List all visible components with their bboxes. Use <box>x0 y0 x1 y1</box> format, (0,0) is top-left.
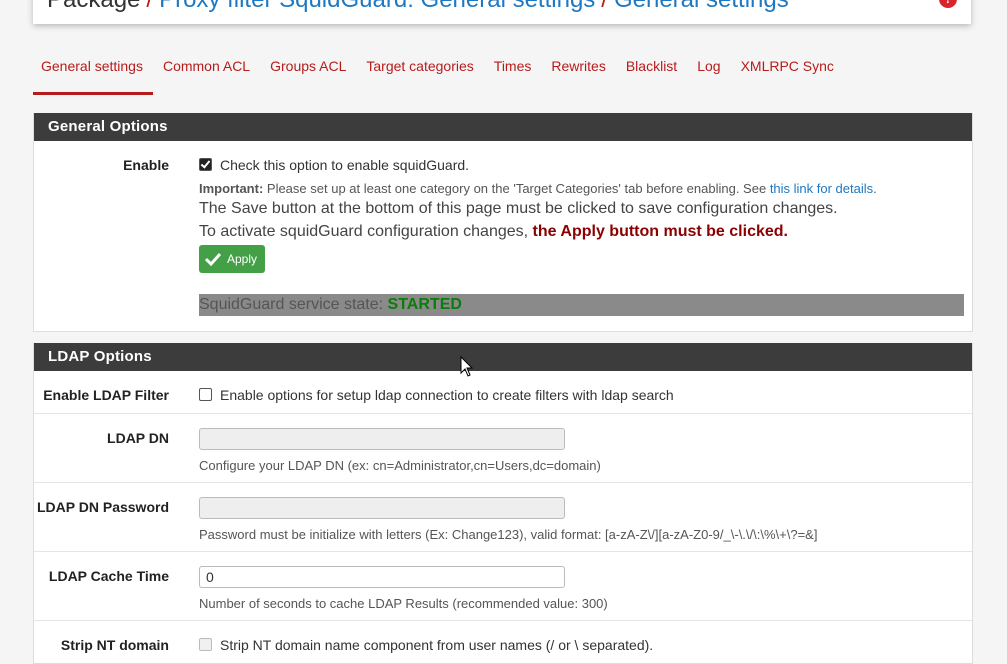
strip-nt-domain-row: Strip NT domain Strip NT domain name com… <box>34 621 972 661</box>
ldap-dn-password-row: LDAP DN Password Password must be initia… <box>34 483 972 552</box>
tab-target-categories[interactable]: Target categories <box>356 52 483 92</box>
strip-nt-domain-checkbox[interactable] <box>199 638 212 651</box>
enable-ldap-checkbox[interactable] <box>199 388 212 401</box>
service-state-bar: SquidGuard service state: STARTED <box>199 294 964 316</box>
apply-button[interactable]: Apply <box>199 245 266 273</box>
check-icon <box>205 252 221 266</box>
service-state-value: STARTED <box>387 296 462 313</box>
ldap-cache-time-row: LDAP Cache Time 0 Number of seconds to c… <box>34 552 972 621</box>
tab-blacklist[interactable]: Blacklist <box>616 52 687 92</box>
ldap-dn-input[interactable] <box>199 428 565 450</box>
tab-common-acl[interactable]: Common ACL <box>153 52 260 92</box>
strip-nt-domain-label: Strip NT domain <box>60 637 169 653</box>
ldap-options-heading: LDAP Options <box>34 343 972 371</box>
tab-groups-acl[interactable]: Groups ACL <box>260 52 356 92</box>
tab-times[interactable]: Times <box>484 52 542 92</box>
ldap-dn-password-label: LDAP DN Password <box>37 499 169 515</box>
enable-row: Enable Check this option to enable squid… <box>34 141 972 330</box>
mouse-cursor-icon <box>460 356 474 377</box>
ldap-cache-time-input[interactable]: 0 <box>199 566 565 588</box>
tab-bar: General settings Common ACL Groups ACL T… <box>33 52 844 95</box>
general-options-heading: General Options <box>34 113 972 141</box>
ldap-options-panel: LDAP Options Enable LDAP Filter Enable o… <box>33 343 973 664</box>
tab-general-settings[interactable]: General settings <box>33 52 153 95</box>
enable-label: Enable <box>123 157 169 173</box>
ldap-dn-help: Configure your LDAP DN (ex: cn=Administr… <box>199 458 601 473</box>
breadcrumb-link-general-settings[interactable]: General settings <box>614 0 789 13</box>
breadcrumb: Package/Proxy filter SquidGuard: General… <box>47 0 789 14</box>
ldap-dn-password-input[interactable] <box>199 497 565 519</box>
help-icon[interactable]: ? <box>939 0 957 8</box>
enable-checkbox[interactable] <box>199 158 212 171</box>
tab-xmlrpc-sync[interactable]: XMLRPC Sync <box>731 52 844 92</box>
tab-log[interactable]: Log <box>687 52 730 92</box>
page-header: Package/Proxy filter SquidGuard: General… <box>33 0 971 24</box>
breadcrumb-link-proxy-filter[interactable]: Proxy filter SquidGuard: General setting… <box>159 0 595 13</box>
details-link[interactable]: this link for details <box>770 181 873 196</box>
tab-rewrites[interactable]: Rewrites <box>541 52 615 92</box>
save-note: The Save button at the bottom of this pa… <box>199 200 838 217</box>
enable-ldap-text: Enable options for setup ldap connection… <box>220 387 674 403</box>
ldap-dn-password-help: Password must be initialize with letters… <box>199 527 818 542</box>
strip-nt-domain-text: Strip NT domain name component from user… <box>220 637 654 653</box>
ldap-dn-row: LDAP DN Configure your LDAP DN (ex: cn=A… <box>34 414 972 483</box>
breadcrumb-root: Package <box>47 0 140 13</box>
general-options-panel: General Options Enable Check this option… <box>33 113 973 332</box>
ldap-cache-time-help: Number of seconds to cache LDAP Results … <box>199 596 608 611</box>
ldap-cache-time-label: LDAP Cache Time <box>48 568 169 584</box>
activate-note: To activate squidGuard configuration cha… <box>199 223 788 240</box>
enable-ldap-row: Enable LDAP Filter Enable options for se… <box>34 371 972 414</box>
enable-checkbox-text: Check this option to enable squidGuard. <box>220 157 470 173</box>
important-note: Important: Please set up at least one ca… <box>199 181 877 196</box>
enable-ldap-label: Enable LDAP Filter <box>43 387 169 403</box>
ldap-dn-label: LDAP DN <box>107 430 169 446</box>
